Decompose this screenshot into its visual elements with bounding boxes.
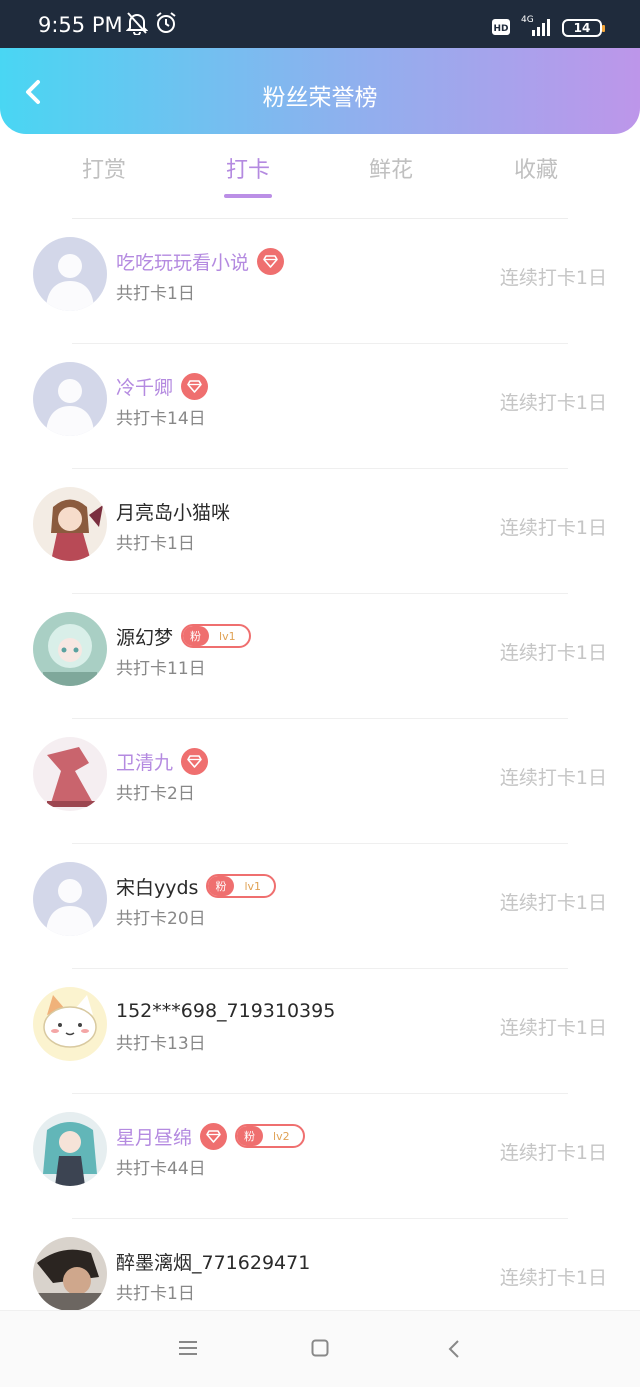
tab-reward[interactable]: 打赏: [44, 152, 164, 184]
fan-level-badge: 粉 lv1: [206, 874, 277, 898]
nav-bar: 粉丝荣誉榜: [0, 48, 640, 134]
fan-badge-label: 粉: [183, 626, 210, 646]
avatar[interactable]: [33, 737, 107, 811]
fan-row[interactable]: 冷千卿共打卡14日 连续打卡1日: [0, 344, 640, 469]
total-checkin: 共打卡20日: [116, 909, 206, 929]
fan-name[interactable]: 冷千卿: [116, 373, 173, 400]
fan-name-line: 吃吃玩玩看小说: [116, 246, 285, 276]
status-time: 9:55 PM: [38, 13, 123, 37]
tab-label: 打卡: [225, 158, 270, 183]
fan-name-line: 源幻梦粉 lv1: [116, 621, 251, 651]
fan-name-line: 卫清九: [116, 746, 209, 776]
fan-badge-label: 粉: [208, 876, 235, 896]
streak-checkin: 连续打卡1日: [499, 392, 607, 414]
fan-name-line: 152***698_719310395: [116, 996, 335, 1026]
svg-text:HD: HD: [493, 24, 508, 34]
diamond-icon: [257, 247, 285, 275]
diamond-icon: [181, 747, 209, 775]
avatar[interactable]: [33, 612, 107, 686]
fan-row[interactable]: 星月昼绵 粉 lv2 共打卡44日 连续打卡1日: [0, 1094, 640, 1219]
streak-checkin: 连续打卡1日: [499, 642, 607, 664]
square-home-icon[interactable]: [311, 1339, 329, 1357]
tab-label: 打赏: [81, 158, 126, 183]
page-title: 粉丝荣誉榜: [262, 85, 378, 111]
fan-name[interactable]: 152***698_719310395: [116, 1000, 335, 1022]
fan-row[interactable]: 152***698_719310395 共打卡13日 连续打卡1日: [0, 969, 640, 1094]
status-bar: 9:55 PM HD 4G 14: [0, 0, 640, 48]
battery-icon: 14: [562, 19, 605, 37]
tab-label: 收藏: [513, 158, 558, 183]
fan-name[interactable]: 月亮岛小猫咪: [116, 498, 230, 525]
total-checkin: 共打卡14日: [116, 409, 206, 429]
fan-name-line: 星月昼绵 粉 lv2: [116, 1121, 305, 1151]
avatar[interactable]: [33, 1237, 107, 1311]
avatar[interactable]: [33, 987, 107, 1061]
tab-flowers[interactable]: 鲜花: [331, 152, 451, 184]
fan-name[interactable]: 卫清九: [116, 748, 173, 775]
diamond-icon: [181, 372, 209, 400]
tab-active-indicator: [224, 194, 272, 198]
streak-checkin: 连续打卡1日: [499, 267, 607, 289]
fan-name[interactable]: 源幻梦: [116, 623, 173, 650]
fan-list: 吃吃玩玩看小说 共打卡1日 连续打卡1日 冷千卿 共打卡14日 连续打卡1日 月亮岛小猫咪共…: [0, 219, 640, 1344]
fan-name-line: 醉墨漓烟_771629471: [116, 1246, 310, 1276]
streak-checkin: 连续打卡1日: [499, 892, 607, 914]
system-nav-bar: [0, 1310, 640, 1387]
avatar[interactable]: [33, 362, 107, 436]
fan-name-line: 月亮岛小猫咪: [116, 496, 230, 526]
fan-level-badge: 粉 lv2: [235, 1124, 305, 1148]
streak-checkin: 连续打卡1日: [499, 517, 607, 539]
fan-badge-level: lv2: [273, 1129, 290, 1143]
total-checkin: 共打卡1日: [116, 1284, 195, 1304]
fan-badge-level: lv1: [244, 879, 262, 893]
fan-badge-label: 粉: [237, 1126, 264, 1146]
total-checkin: 共打卡13日: [116, 1034, 206, 1054]
tab-favorites[interactable]: 收藏: [476, 152, 596, 184]
fan-row[interactable]: 宋白yyds 粉 lv1 共打卡20日 连续打卡1日: [0, 844, 640, 969]
streak-checkin: 连续打卡1日: [499, 1267, 607, 1289]
fan-name-line: 冷千卿: [116, 371, 209, 401]
tab-bar: 打赏 打卡 鲜花 收藏: [0, 134, 640, 218]
fan-name[interactable]: 醉墨漓烟_771629471: [116, 1248, 310, 1275]
menu-icon[interactable]: [178, 1339, 198, 1357]
signal-icon: [532, 19, 550, 36]
mute-bell-icon: [126, 12, 148, 35]
tab-label: 鲜花: [368, 158, 413, 183]
total-checkin: 共打卡1日: [116, 284, 195, 304]
total-checkin: 共打卡11日: [116, 659, 206, 679]
fan-name[interactable]: 吃吃玩玩看小说: [116, 248, 249, 275]
avatar[interactable]: [33, 487, 107, 561]
avatar[interactable]: [33, 237, 107, 311]
streak-checkin: 连续打卡1日: [499, 767, 607, 789]
fan-name[interactable]: 星月昼绵: [116, 1123, 192, 1150]
avatar[interactable]: [33, 862, 107, 936]
diamond-icon: [200, 1122, 228, 1150]
fan-row[interactable]: 卫清九共打卡2日 连续打卡1日: [0, 719, 640, 844]
total-checkin: 共打卡44日: [116, 1159, 206, 1179]
total-checkin: 共打卡1日: [116, 534, 195, 554]
hd-icon: HD: [492, 19, 510, 35]
fan-badge-level: lv1: [219, 629, 236, 643]
fan-row[interactable]: 月亮岛小猫咪共打卡1日 连续打卡1日: [0, 469, 640, 594]
alarm-icon: [156, 12, 176, 33]
triangle-back-icon[interactable]: [446, 1339, 462, 1359]
tab-checkin[interactable]: 打卡: [188, 152, 308, 198]
total-checkin: 共打卡2日: [116, 784, 195, 804]
fan-row[interactable]: 吃吃玩玩看小说共打卡1日 连续打卡1日: [0, 219, 640, 344]
fan-row[interactable]: 源幻梦粉 lv1 共打卡11日 连续打卡1日: [0, 594, 640, 719]
avatar[interactable]: [33, 1112, 107, 1186]
fan-name[interactable]: 宋白yyds: [116, 873, 198, 900]
battery-level: 14: [573, 21, 591, 35]
fan-name-line: 宋白yyds 粉 lv1: [116, 871, 277, 901]
streak-checkin: 连续打卡1日: [499, 1017, 607, 1039]
streak-checkin: 连续打卡1日: [499, 1142, 607, 1164]
fan-level-badge: 粉 lv1: [181, 624, 251, 648]
